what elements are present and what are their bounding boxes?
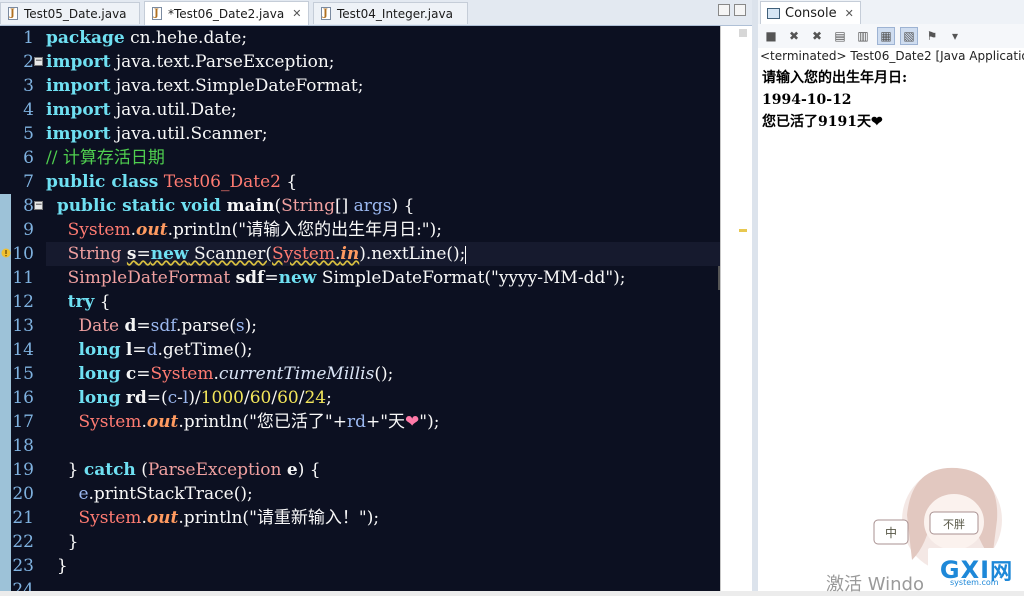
code-line: // 计算存活日期: [46, 148, 165, 168]
code-line: System.out.println("请输入您的出生年月日:");: [67, 220, 442, 240]
line-number: 5: [23, 124, 34, 144]
overview-summary-icon: [739, 29, 747, 37]
remove-all-terminated-icon[interactable]: ✖: [808, 27, 826, 45]
code-line: public static void main(String[] args) {: [56, 196, 415, 216]
line-number: 12: [12, 292, 34, 312]
line-number: 13: [12, 316, 34, 336]
code-line: import java.util.Date;: [46, 100, 237, 120]
line-number: 6: [23, 148, 34, 168]
activate-windows-watermark: 激活 Windo: [826, 574, 924, 595]
console-tab-label: Console: [785, 5, 837, 21]
tab-label: Test04_Integer.java: [337, 6, 453, 21]
code-lines: package cn.hehe.date; import java.text.P…: [46, 26, 720, 591]
code-line: System.out.println("请重新输入！");: [78, 508, 380, 528]
logo-subtext: system.com: [950, 578, 999, 587]
tab-test05-date[interactable]: J Test05_Date.java: [0, 2, 140, 24]
output-line: 1994-10-12: [762, 92, 852, 108]
line-number: 18: [12, 436, 34, 456]
code-editor[interactable]: 1 2 3 4 5 6 7 8 9 10 11 12 13 14 15 16 1…: [0, 26, 720, 591]
open-console-icon[interactable]: ▾: [946, 27, 964, 45]
code-line: import java.text.SimpleDateFormat;: [46, 76, 364, 96]
tab-test04-integer[interactable]: J Test04_Integer.java: [313, 2, 468, 24]
code-line: } catch (ParseException e) {: [67, 460, 321, 480]
editor-tab-bar: J Test05_Date.java J *Test06_Date2.java …: [0, 0, 752, 26]
show-on-stderr-icon[interactable]: ▧: [900, 27, 918, 45]
overview-ruler[interactable]: [720, 26, 752, 591]
line-number: 2: [23, 52, 34, 72]
warning-marker[interactable]: [739, 229, 747, 232]
java-file-icon: J: [320, 6, 332, 21]
code-line: Date d=sdf.parse(s);: [78, 316, 258, 336]
line-number: 21: [12, 508, 34, 528]
code-line: try {: [67, 292, 111, 312]
code-line: public class Test06_Date2 {: [46, 172, 298, 192]
scroll-lock-icon[interactable]: ▥: [854, 27, 872, 45]
code-line: import java.util.Scanner;: [46, 124, 268, 144]
console-tab-bar: Console ✕: [758, 0, 1024, 25]
code-line: long c=System.currentTimeMillis();: [78, 364, 394, 384]
code-line: SimpleDateFormat sdf=new SimpleDateForma…: [67, 268, 626, 288]
code-line: import java.text.ParseException;: [46, 52, 335, 72]
line-number: 16: [12, 388, 34, 408]
code-line: }: [67, 532, 79, 552]
code-line: System.out.println("您已活了"+rd+"天❤");: [78, 412, 440, 432]
java-file-icon: J: [151, 6, 163, 21]
line-number: 8: [23, 196, 34, 216]
code-line: package cn.hehe.date;: [46, 28, 248, 48]
line-number: 4: [23, 100, 34, 120]
tab-test06-date2[interactable]: J *Test06_Date2.java ✕: [144, 1, 309, 25]
close-icon[interactable]: ✕: [845, 7, 854, 20]
line-number: 11: [12, 268, 34, 288]
console-output[interactable]: 请输入您的出生年月日: 1994-10-12 您已活了9191天❤: [762, 67, 907, 133]
code-line: long l=d.getTime();: [78, 340, 253, 360]
line-number: 14: [12, 340, 34, 360]
close-icon[interactable]: ✕: [292, 7, 301, 20]
line-number: 24: [12, 580, 34, 591]
warning-icon[interactable]: [1, 248, 11, 258]
clear-console-icon[interactable]: ▤: [831, 27, 849, 45]
line-number: 1: [23, 28, 34, 48]
line-number: 7: [23, 172, 34, 192]
tab-label: *Test06_Date2.java: [168, 6, 285, 21]
line-number: 15: [12, 364, 34, 384]
sticker-text: 中: [885, 525, 897, 540]
launch-status: <terminated> Test06_Date2 [Java Applicat…: [760, 49, 1024, 63]
text-caret: [465, 245, 467, 264]
maximize-icon[interactable]: [734, 4, 746, 16]
line-number: 9: [23, 220, 34, 240]
code-line-current: String s=new Scanner(System.in).nextLine…: [46, 242, 720, 266]
remove-launch-icon[interactable]: ✖: [785, 27, 803, 45]
code-line: e.printStackTrace();: [78, 484, 253, 504]
minimize-icon[interactable]: [718, 4, 730, 16]
line-numbers: 1 2 3 4 5 6 7 8 9 10 11 12 13 14 15 16 1…: [12, 26, 36, 591]
line-number: 10: [12, 244, 34, 264]
terminate-icon[interactable]: ■: [762, 27, 780, 45]
tab-label: Test05_Date.java: [24, 6, 127, 21]
java-file-icon: J: [7, 6, 19, 21]
fold-toggle-icon[interactable]: −: [34, 57, 43, 66]
tab-console[interactable]: Console ✕: [760, 1, 861, 24]
output-line: 您已活了9191天❤: [762, 114, 883, 130]
show-on-stdout-icon[interactable]: ▦: [877, 27, 895, 45]
fold-toggle-icon[interactable]: −: [34, 201, 43, 210]
line-number: 23: [12, 556, 34, 576]
line-number: 19: [12, 460, 34, 480]
pin-console-icon[interactable]: ⚑: [923, 27, 941, 45]
line-number: 3: [23, 76, 34, 96]
console-icon: [767, 7, 780, 19]
line-number: 20: [12, 484, 34, 504]
line-number: 22: [12, 532, 34, 552]
line-number: 17: [12, 412, 34, 432]
console-toolbar: ■ ✖ ✖ ▤ ▥ ▦ ▧ ⚑ ▾: [758, 24, 1024, 48]
code-line: }: [56, 556, 68, 576]
sticker-text: 不胖: [943, 518, 965, 531]
code-line: long rd=(c-l)/1000/60/60/24;: [78, 388, 332, 408]
output-line: 请输入您的出生年月日:: [762, 70, 908, 86]
site-logo: GXI 网 system.com: [928, 548, 1024, 591]
